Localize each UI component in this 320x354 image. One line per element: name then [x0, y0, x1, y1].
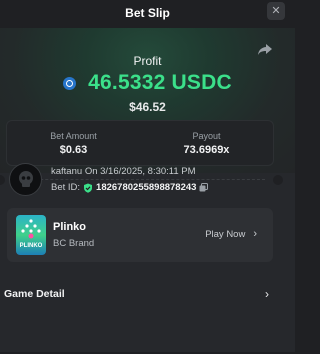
game-detail-label: Game Detail: [4, 288, 65, 300]
bet-user-line: kaftanu On 3/16/2025, 8:30:11 PM: [51, 166, 196, 177]
skull-icon: [18, 170, 33, 187]
username[interactable]: kaftanu: [51, 166, 82, 177]
bet-time: On 3/16/2025, 8:30:11 PM: [84, 166, 196, 177]
game-thumbnail[interactable]: PLINKO: [16, 215, 46, 255]
game-name: Plinko: [53, 221, 87, 233]
play-now-button[interactable]: Play Now ›: [205, 228, 257, 240]
usdc-coin-icon: [63, 76, 77, 90]
profit-panel: Profit 46.5332 USDC $46.52 Bet Amount $0…: [0, 28, 295, 173]
close-icon[interactable]: ✕: [267, 2, 285, 20]
profit-label: Profit: [133, 54, 162, 68]
shield-check-icon: [84, 183, 93, 193]
play-now-label: Play Now: [205, 228, 246, 240]
bet-id-value: 1826780255898878243: [96, 182, 197, 193]
bet-id-line: Bet ID: 1826780255898878243: [51, 182, 209, 193]
chevron-right-icon: ›: [265, 287, 269, 301]
avatar[interactable]: [9, 163, 42, 196]
plinko-pegs-icon: [21, 219, 41, 239]
bet-stats: Bet Amount $0.63 Payout 73.6969x: [6, 120, 274, 166]
chevron-right-icon: ›: [253, 228, 257, 240]
game-thumb-text: PLINKO: [19, 243, 43, 249]
bet-amount-stat: Bet Amount $0.63: [7, 121, 140, 165]
game-brand: BC Brand: [53, 238, 95, 249]
payout-label: Payout: [192, 130, 221, 141]
game-detail-row[interactable]: Game Detail ›: [0, 280, 295, 308]
bet-amount-label: Bet Amount: [50, 130, 97, 141]
profit-row: 46.5332 USDC: [0, 71, 295, 95]
profit-fiat-value: $46.52: [129, 100, 166, 114]
payout-value: 73.6969x: [183, 143, 230, 156]
profit-value: 46.5332 USDC: [88, 71, 232, 94]
page-title: Bet Slip: [125, 6, 170, 20]
bet-id-label: Bet ID:: [51, 182, 81, 193]
header: Bet Slip ✕: [0, 0, 295, 26]
bet-amount-value: $0.63: [59, 143, 88, 156]
bet-info-row: kaftanu On 3/16/2025, 8:30:11 PM Bet ID:…: [9, 163, 279, 199]
copy-icon[interactable]: [199, 183, 209, 192]
game-card[interactable]: PLINKO Plinko BC Brand Play Now ›: [7, 208, 273, 262]
payout-stat: Payout 73.6969x: [140, 121, 273, 165]
